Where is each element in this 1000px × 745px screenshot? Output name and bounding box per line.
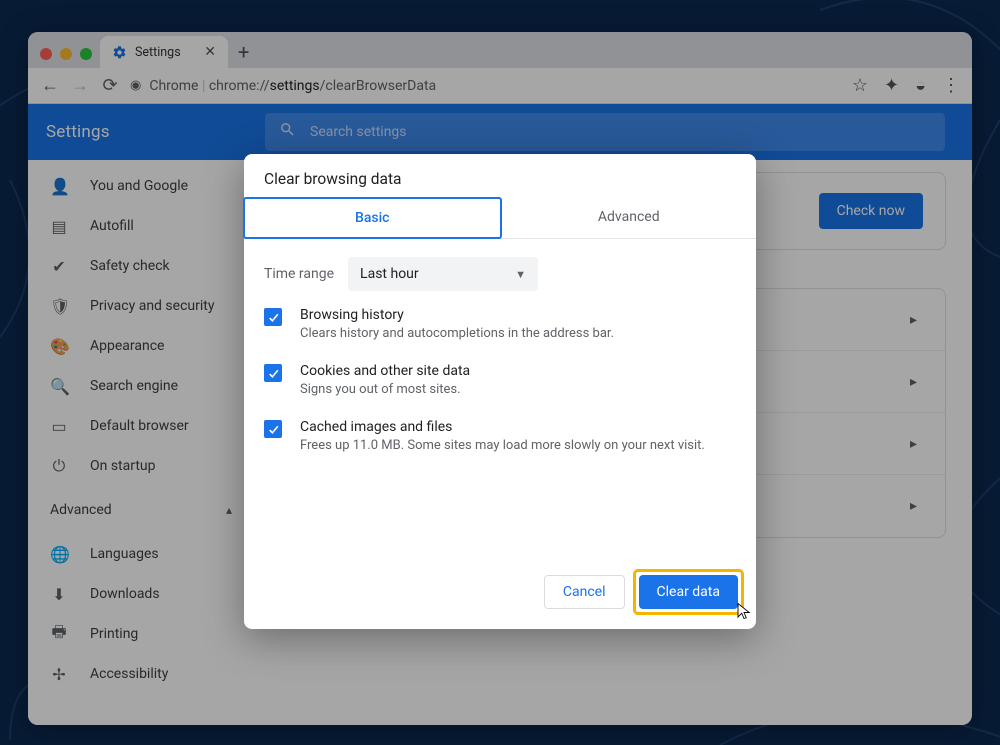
chevron-right-icon: ▸ (910, 312, 917, 328)
shield-check-icon: ✔ (50, 257, 68, 276)
tab-advanced[interactable]: Advanced (502, 198, 757, 238)
dialog-footer: Cancel Clear data (244, 459, 756, 629)
close-window-icon[interactable] (40, 48, 52, 60)
time-range-value: Last hour (360, 266, 419, 282)
shield-icon: 🛡 (50, 297, 68, 316)
search-icon: 🔍 (50, 377, 68, 396)
clear-data-button[interactable]: Clear data (639, 575, 738, 609)
sidebar-item-you-and-google[interactable]: 👤 You and Google (28, 166, 254, 206)
sidebar-item-label: On startup (90, 458, 156, 474)
dialog-tabs: Basic Advanced (244, 198, 756, 239)
browser-icon: ▭ (50, 417, 68, 436)
option-desc: Signs you out of most sites. (300, 382, 470, 397)
gear-icon (112, 45, 127, 60)
option-title: Cached images and files (300, 419, 705, 435)
sidebar-item-printing[interactable]: 🖶 Printing (28, 614, 254, 654)
settings-sidebar: 👤You and Google ▤Autofill ✔Safety check … (28, 160, 254, 725)
cancel-button[interactable]: Cancel (544, 575, 625, 609)
search-settings-input[interactable]: Search settings (265, 113, 945, 151)
option-title: Cookies and other site data (300, 363, 470, 379)
site-info-icon[interactable]: ◉ (130, 78, 141, 93)
sidebar-advanced-label: Advanced (50, 502, 112, 518)
sidebar-item-label: You and Google (90, 178, 188, 194)
sidebar-item-label: Downloads (90, 586, 160, 602)
sidebar-item-label: Default browser (90, 418, 189, 434)
sidebar-item-default-browser[interactable]: ▭ Default browser (28, 406, 254, 446)
sidebar-item-label: Search engine (90, 378, 178, 394)
settings-header: Settings Search settings (28, 104, 972, 160)
time-range-label: Time range (264, 266, 334, 282)
sidebar-item-label: Languages (90, 546, 159, 562)
chevron-right-icon: ▸ (910, 374, 917, 390)
browser-tab-settings[interactable]: Settings ✕ (100, 36, 228, 68)
new-tab-button[interactable]: + (228, 36, 259, 68)
sidebar-item-accessibility[interactable]: ✢ Accessibility (28, 654, 254, 694)
option-desc: Clears history and autocompletions in th… (300, 326, 614, 341)
sidebar-item-label: Privacy and security (90, 298, 214, 314)
chevron-up-icon: ▴ (226, 503, 232, 517)
sidebar-item-label: Printing (90, 626, 138, 642)
chevron-right-icon: ▸ (910, 436, 917, 452)
globe-icon: 🌐 (50, 545, 68, 564)
search-placeholder: Search settings (310, 124, 407, 140)
check-now-button[interactable]: Check now (819, 193, 923, 229)
sidebar-item-label: Safety check (90, 258, 170, 274)
browser-toolbar: ← → ⟳ ◉ Chrome | chrome://settings/clear… (28, 68, 972, 104)
sidebar-item-privacy[interactable]: 🛡 Privacy and security (28, 286, 254, 326)
tab-basic[interactable]: Basic (243, 197, 502, 239)
time-range-select[interactable]: Last hour ▼ (348, 257, 538, 291)
checkbox-checked-icon[interactable] (264, 308, 282, 326)
tab-strip: Settings ✕ + (28, 32, 972, 68)
extensions-icon[interactable]: ✦ (884, 75, 899, 96)
reload-button[interactable]: ⟳ (100, 75, 120, 96)
cursor-icon (735, 600, 753, 626)
dialog-title: Clear browsing data (244, 154, 756, 198)
sidebar-advanced-toggle[interactable]: Advanced ▴ (28, 486, 254, 534)
sidebar-item-autofill[interactable]: ▤ Autofill (28, 206, 254, 246)
sidebar-item-on-startup[interactable]: ⏻ On startup (28, 446, 254, 486)
option-desc: Frees up 11.0 MB. Some sites may load mo… (300, 438, 705, 453)
chevron-right-icon: ▸ (910, 498, 917, 514)
download-icon: ⬇ (50, 585, 68, 604)
profile-icon[interactable]: ◒ (915, 75, 926, 96)
sidebar-item-appearance[interactable]: 🎨 Appearance (28, 326, 254, 366)
url-text: Chrome | chrome://settings/clearBrowserD… (149, 78, 436, 94)
close-tab-icon[interactable]: ✕ (204, 44, 216, 60)
chevron-down-icon: ▼ (515, 268, 526, 281)
forward-button[interactable]: → (70, 75, 90, 96)
print-icon: 🖶 (50, 621, 68, 648)
window-controls (36, 48, 100, 68)
accessibility-icon: ✢ (50, 665, 68, 684)
palette-icon: 🎨 (50, 337, 68, 356)
checkbox-checked-icon[interactable] (264, 364, 282, 382)
maximize-window-icon[interactable] (80, 48, 92, 60)
sidebar-item-label: Autofill (90, 218, 134, 234)
autofill-icon: ▤ (50, 217, 68, 236)
option-cookies[interactable]: Cookies and other site data Signs you ou… (264, 363, 736, 397)
sidebar-item-downloads[interactable]: ⬇ Downloads (28, 574, 254, 614)
highlighted-action: Clear data (633, 569, 744, 615)
sidebar-item-search-engine[interactable]: 🔍 Search engine (28, 366, 254, 406)
tab-title: Settings (135, 45, 181, 60)
menu-icon[interactable]: ⋮ (942, 75, 960, 96)
option-title: Browsing history (300, 307, 614, 323)
page-title: Settings (46, 122, 241, 142)
back-button[interactable]: ← (40, 75, 60, 96)
option-cache[interactable]: Cached images and files Frees up 11.0 MB… (264, 419, 736, 453)
power-icon: ⏻ (50, 456, 68, 476)
search-icon (279, 121, 296, 143)
sidebar-item-label: Appearance (90, 338, 164, 354)
person-icon: 👤 (50, 177, 68, 196)
sidebar-item-languages[interactable]: 🌐 Languages (28, 534, 254, 574)
checkbox-checked-icon[interactable] (264, 420, 282, 438)
option-browsing-history[interactable]: Browsing history Clears history and auto… (264, 307, 736, 341)
sidebar-item-label: Accessibility (90, 666, 168, 682)
sidebar-item-safety-check[interactable]: ✔ Safety check (28, 246, 254, 286)
clear-browsing-data-dialog: Clear browsing data Basic Advanced Time … (244, 154, 756, 629)
bookmark-icon[interactable]: ☆ (852, 75, 868, 96)
address-bar[interactable]: ◉ Chrome | chrome://settings/clearBrowse… (130, 78, 842, 94)
minimize-window-icon[interactable] (60, 48, 72, 60)
